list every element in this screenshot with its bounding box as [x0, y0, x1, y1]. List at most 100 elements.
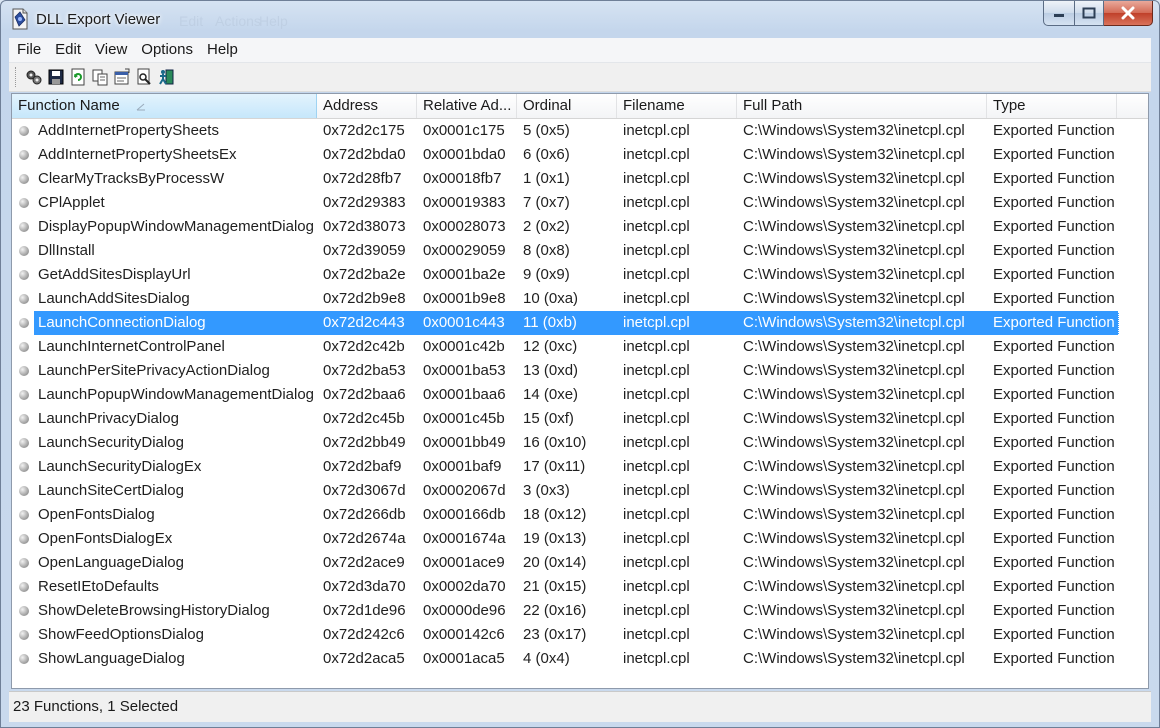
table-row[interactable]: LaunchSiteCertDialog 0x72d3067d 0x0002067d… [12, 479, 1148, 503]
cell-ordinal: 21 (0x15) [523, 578, 587, 595]
toolbar-grip[interactable] [15, 67, 19, 87]
table-row[interactable]: ResetIEtoDefaults 0x72d3da70 0x0002da70 21 … [12, 575, 1148, 599]
menu-view[interactable]: View [87, 38, 133, 62]
table-row[interactable]: LaunchPrivacyDialog 0x72d2c45b 0x0001c45b 1… [12, 407, 1148, 431]
copy-button[interactable] [89, 66, 111, 88]
table-row[interactable]: ClearMyTracksByProcessW 0x72d28fb7 0x00018… [12, 167, 1148, 191]
exit-button[interactable] [155, 66, 177, 88]
table-row[interactable]: LaunchPopupWindowManagementDialog 0x72d2b… [12, 383, 1148, 407]
cell-function-name [12, 119, 34, 143]
column-header-function-name[interactable]: Function Name [12, 94, 317, 118]
cell-function-name [12, 407, 34, 431]
table-row[interactable]: AddInternetPropertySheets 0x72d2c175 0x000… [12, 119, 1148, 143]
function-bullet-icon [19, 630, 29, 640]
cell-filename: inetcpl.cpl [623, 554, 690, 571]
row-content: ShowDeleteBrowsingHistoryDialog 0x72d1de9… [34, 599, 1119, 623]
table-row[interactable]: AddInternetPropertySheetsEx 0x72d2bda0 0x0… [12, 143, 1148, 167]
cell-function-name [12, 215, 34, 239]
maximize-button[interactable] [1075, 1, 1104, 26]
cell-filename: inetcpl.cpl [623, 314, 690, 331]
menu-options[interactable]: Options [133, 38, 199, 62]
column-header-filename[interactable]: Filename [617, 94, 737, 118]
cell-type: Exported Function [993, 218, 1115, 235]
table-row[interactable]: OpenLanguageDialog 0x72d2ace9 0x0001ace9 20… [12, 551, 1148, 575]
function-bullet-icon [19, 462, 29, 472]
cell-type: Exported Function [993, 410, 1115, 427]
cell-address: 0x72d2c443 [323, 314, 405, 331]
table-row[interactable]: LaunchAddSitesDialog 0x72d2b9e8 0x0001b9e8… [12, 287, 1148, 311]
table-row[interactable]: LaunchConnectionDialog 0x72d2c443 0x0001c4… [12, 311, 1148, 335]
refresh-icon [71, 68, 85, 86]
minimize-button[interactable] [1043, 1, 1075, 26]
function-bullet-icon [19, 126, 29, 136]
function-bullet-icon [19, 150, 29, 160]
table-row[interactable]: CPlApplet 0x72d29383 0x00019383 7 (0x7) inet… [12, 191, 1148, 215]
save-button[interactable] [45, 66, 67, 88]
column-header-type[interactable]: Type [987, 94, 1117, 118]
function-name-text: OpenFontsDialog [38, 506, 155, 523]
cell-type: Exported Function [993, 554, 1115, 571]
cell-full-path: C:\Windows\System32\inetcpl.cpl [743, 314, 965, 331]
cell-address: 0x72d2c45b [323, 410, 405, 427]
table-row[interactable]: OpenFontsDialogEx 0x72d2674a 0x0001674a 19 … [12, 527, 1148, 551]
menu-file[interactable]: File [9, 38, 47, 62]
cell-type: Exported Function [993, 458, 1115, 475]
cell-full-path: C:\Windows\System32\inetcpl.cpl [743, 242, 965, 259]
table-row[interactable]: OpenFontsDialog 0x72d266db 0x000166db 18 (0… [12, 503, 1148, 527]
table-row[interactable]: LaunchSecurityDialog 0x72d2bb49 0x0001bb49… [12, 431, 1148, 455]
title-bar[interactable]: DLL Export Viewer Edit Actions Help [1, 1, 1159, 37]
function-name-text: ResetIEtoDefaults [38, 578, 159, 595]
cell-type: Exported Function [993, 482, 1115, 499]
menu-edit[interactable]: Edit [47, 38, 87, 62]
cell-filename: inetcpl.cpl [623, 530, 690, 547]
cell-ordinal: 19 (0x13) [523, 530, 587, 547]
cell-address: 0x72d2ba53 [323, 362, 406, 379]
cell-full-path: C:\Windows\System32\inetcpl.cpl [743, 122, 965, 139]
column-header-full-path[interactable]: Full Path [737, 94, 987, 118]
table-row[interactable]: DllInstall 0x72d39059 0x00029059 8 (0x8) ine… [12, 239, 1148, 263]
cell-function-name [12, 455, 34, 479]
column-header-ordinal[interactable]: Ordinal [517, 94, 617, 118]
cell-ordinal: 20 (0x14) [523, 554, 587, 571]
table-row[interactable]: ShowFeedOptionsDialog 0x72d242c6 0x000142c… [12, 623, 1148, 647]
cell-function-name [12, 263, 34, 287]
cell-full-path: C:\Windows\System32\inetcpl.cpl [743, 602, 965, 619]
cell-function-name [12, 431, 34, 455]
cell-filename: inetcpl.cpl [623, 146, 690, 163]
cell-full-path: C:\Windows\System32\inetcpl.cpl [743, 578, 965, 595]
row-content: ResetIEtoDefaults 0x72d3da70 0x0002da70 21 … [34, 575, 1119, 599]
cell-full-path: C:\Windows\System32\inetcpl.cpl [743, 626, 965, 643]
cell-relative-address: 0x00019383 [423, 194, 506, 211]
cell-filename: inetcpl.cpl [623, 434, 690, 451]
cell-type: Exported Function [993, 650, 1115, 667]
table-row[interactable]: LaunchPerSitePrivacyActionDialog 0x72d2ba… [12, 359, 1148, 383]
column-header-address[interactable]: Address [317, 94, 417, 118]
properties-button[interactable] [23, 66, 45, 88]
table-row[interactable]: LaunchInternetControlPanel 0x72d2c42b 0x00… [12, 335, 1148, 359]
cell-function-name [12, 287, 34, 311]
html-report-button[interactable] [111, 66, 133, 88]
function-bullet-icon [19, 438, 29, 448]
table-row[interactable]: DisplayPopupWindowManagementDialog 0x72d3… [12, 215, 1148, 239]
table-row[interactable]: ShowDeleteBrowsingHistoryDialog 0x72d1de9… [12, 599, 1148, 623]
function-bullet-icon [19, 246, 29, 256]
cell-filename: inetcpl.cpl [623, 602, 690, 619]
cell-ordinal: 23 (0x17) [523, 626, 587, 643]
exports-list[interactable]: Function Name Address Relative Ad... Ord… [11, 93, 1149, 689]
cell-function-name [12, 335, 34, 359]
cell-relative-address: 0x00018fb7 [423, 170, 502, 187]
cell-address: 0x72d2baf9 [323, 458, 402, 475]
table-row[interactable]: ShowLanguageDialog 0x72d2aca5 0x0001aca5 4 … [12, 647, 1148, 671]
column-header-relative-address[interactable]: Relative Ad... [417, 94, 517, 118]
cell-relative-address: 0x0001bda0 [423, 146, 506, 163]
find-button[interactable] [133, 66, 155, 88]
function-name-text: LaunchPerSitePrivacyActionDialog [38, 362, 270, 379]
table-row[interactable]: LaunchSecurityDialogEx 0x72d2baf9 0x0001ba… [12, 455, 1148, 479]
menu-help[interactable]: Help [199, 38, 244, 62]
refresh-button[interactable] [67, 66, 89, 88]
table-row[interactable]: GetAddSitesDisplayUrl 0x72d2ba2e 0x0001ba2… [12, 263, 1148, 287]
caption-buttons [1043, 1, 1153, 26]
close-button[interactable] [1104, 1, 1153, 26]
row-content: GetAddSitesDisplayUrl 0x72d2ba2e 0x0001ba2… [34, 263, 1119, 287]
function-name-text: ClearMyTracksByProcessW [38, 170, 225, 187]
